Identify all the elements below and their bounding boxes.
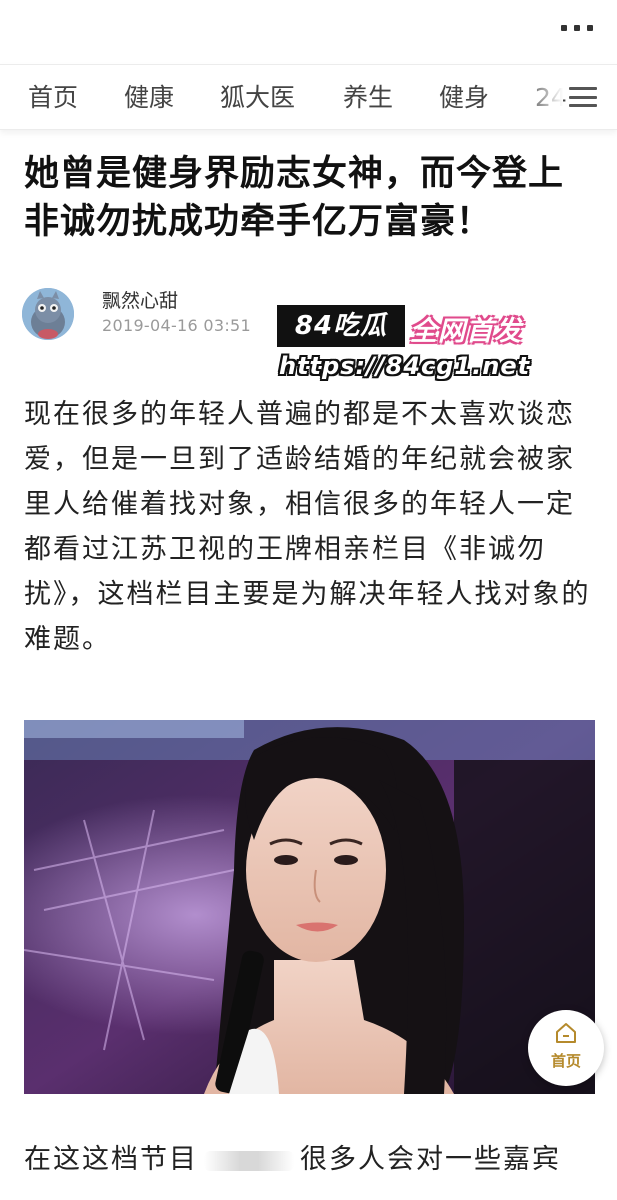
menu-lines-icon[interactable] <box>569 87 597 107</box>
author-name[interactable]: 飘然心甜 <box>102 286 178 313</box>
more-dots-icon[interactable] <box>561 20 593 36</box>
channel-nav: 首页 健康 狐大医 养生 健身 24 <box>0 64 617 130</box>
next-line-end: 很多人会对一些嘉宾 <box>300 1144 561 1175</box>
article-title-line-1: 她曾是健身界励志女神，而今登上 <box>24 154 565 194</box>
article-photo[interactable] <box>24 720 595 1094</box>
tab-home[interactable]: 首页 <box>28 81 78 115</box>
tab-fitness[interactable]: 健身 <box>439 81 489 115</box>
tab-health[interactable]: 健康 <box>124 81 174 115</box>
home-float-label: 首页 <box>550 1052 581 1070</box>
article-next-line: 在这这档节目 很多人会对一些嘉宾 <box>24 1140 599 1180</box>
nav-fade <box>523 65 563 129</box>
watermark-url: https://84cg1.net <box>279 352 531 380</box>
home-icon <box>556 1023 576 1043</box>
article-paragraph: 现在很多的年轻人普遍的都是不太喜欢谈恋爱，但是一旦到了适龄结婚的年纪就会被家里人… <box>24 399 591 655</box>
article-title-line-2: 非诚勿扰成功牵手亿万富豪！ <box>24 202 493 242</box>
avatar[interactable] <box>22 288 74 340</box>
watermark-badge: 84吃瓜 <box>277 305 405 347</box>
next-line-start: 在这这档节目 <box>24 1144 198 1175</box>
article-title: 她曾是健身界励志女神，而今登上 非诚勿扰成功牵手亿万富豪！ <box>24 150 599 246</box>
watermark-first-release: 全网首发 <box>410 316 522 347</box>
tab-wellness[interactable]: 养生 <box>343 81 393 115</box>
blurred-region <box>204 1150 294 1171</box>
home-float-button[interactable]: 首页 <box>528 1010 604 1086</box>
tab-hudayi[interactable]: 狐大医 <box>220 81 295 115</box>
publish-date: 2019-04-16 03:51 <box>102 316 251 335</box>
top-bar <box>0 0 617 64</box>
